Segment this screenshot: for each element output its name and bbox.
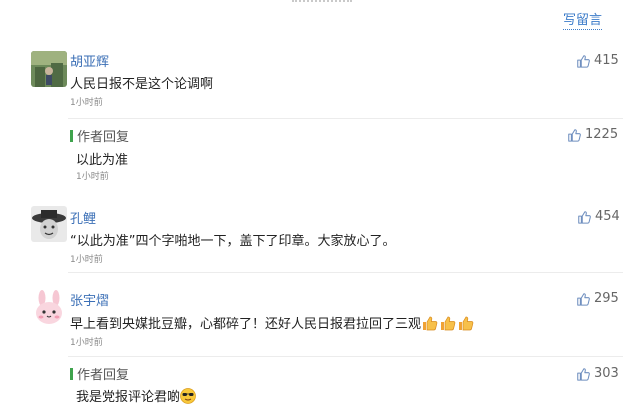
- author-reply-label: 作者回复: [70, 364, 129, 383]
- comment-text: 人民日报不是这个论调啊: [70, 77, 214, 92]
- thumbs-up-emoji-icon: [457, 315, 475, 335]
- user-photo-icon: [31, 51, 67, 87]
- like-count: 303: [594, 366, 619, 381]
- thumbs-up-icon: [577, 292, 590, 306]
- comment-username[interactable]: 张宇熠: [70, 290, 109, 309]
- sunglasses-face-icon: [180, 388, 196, 408]
- avatar[interactable]: [31, 51, 67, 87]
- thumbs-up-icon: [568, 128, 581, 142]
- thumbs-up-emoji-icon: [421, 315, 439, 335]
- comment-text: “以此为准”四个字啪地一下，盖下了印章。大家放心了。: [70, 234, 396, 249]
- reply-accent-bar: [70, 367, 73, 380]
- like-count: 295: [594, 291, 619, 306]
- user-photo-icon: [31, 206, 67, 242]
- thumbs-up-icon: [578, 210, 591, 224]
- reply-accent-bar: [70, 129, 73, 142]
- thumbs-up-icon: [577, 367, 590, 381]
- like-button[interactable]: 454: [577, 209, 620, 224]
- divider: [68, 356, 623, 357]
- comment-time: 1小时前: [70, 338, 103, 348]
- like-button[interactable]: 1225: [567, 127, 618, 142]
- like-count: 1225: [585, 127, 619, 142]
- comment-time: 1小时前: [70, 255, 103, 265]
- reply-label-text: 作者回复: [77, 368, 130, 383]
- write-comment-button[interactable]: 写留言: [563, 9, 603, 30]
- comment-text-body: 早上看到央媒批豆瓣，心都碎了！还好人民日报君拉回了三观: [70, 317, 422, 332]
- bunny-avatar-icon: [31, 290, 67, 326]
- avatar[interactable]: [31, 206, 67, 242]
- thumbs-up-emoji-icon: [439, 315, 457, 335]
- comment-time: 1小时前: [70, 98, 103, 108]
- reply-text: 我是党报评论君啲: [76, 386, 196, 408]
- comment-username[interactable]: 胡亚辉: [70, 51, 109, 70]
- like-button[interactable]: 303: [576, 366, 619, 381]
- like-count: 454: [595, 209, 620, 224]
- like-count: 415: [594, 53, 619, 68]
- avatar[interactable]: [31, 290, 67, 326]
- top-divider: [292, 0, 352, 6]
- reply-text: 以此为准: [76, 153, 129, 168]
- divider: [68, 272, 623, 273]
- reply-time: 1小时前: [76, 172, 109, 182]
- write-comment-label: 写留言: [563, 13, 603, 28]
- divider: [68, 118, 623, 119]
- author-reply-label: 作者回复: [70, 126, 129, 145]
- thumbs-up-icon: [577, 54, 590, 68]
- reply-label-text: 作者回复: [77, 130, 130, 145]
- like-button[interactable]: 415: [576, 53, 619, 68]
- comment-text: 早上看到央媒批豆瓣，心都碎了！还好人民日报君拉回了三观: [70, 313, 475, 335]
- comment-username[interactable]: 孔鲤: [70, 208, 96, 227]
- like-button[interactable]: 295: [576, 291, 619, 306]
- reply-text-body: 我是党报评论君啲: [76, 390, 181, 405]
